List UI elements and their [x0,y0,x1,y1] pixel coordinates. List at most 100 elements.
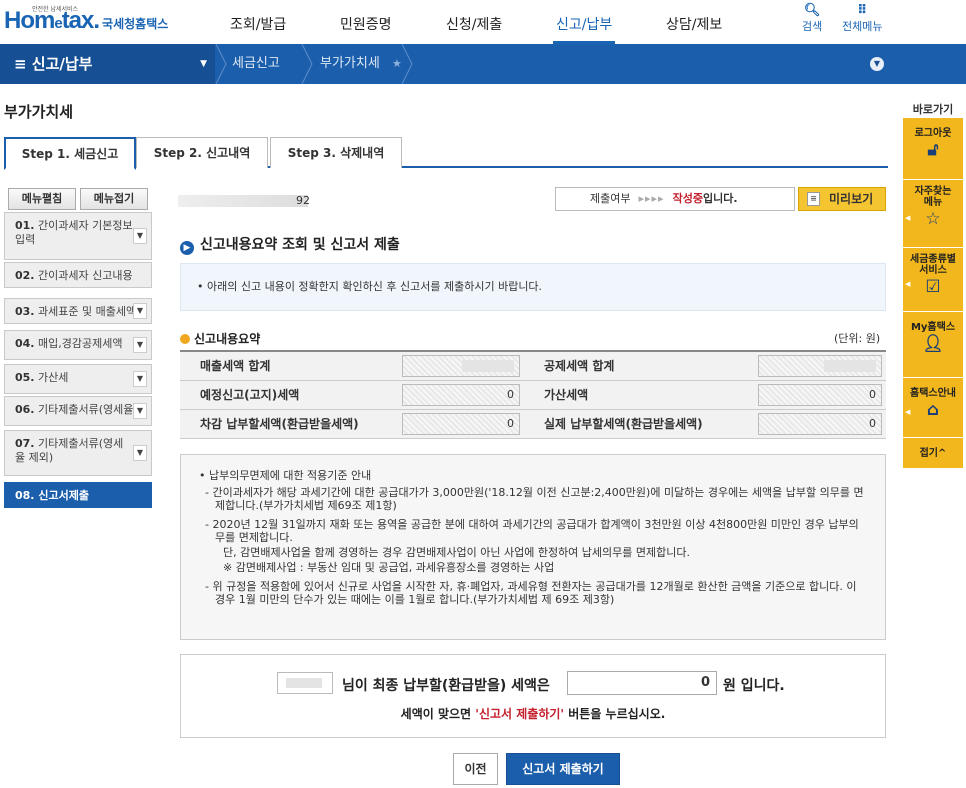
gnb-consult[interactable]: 상담/제보 [666,14,722,34]
menu-collapse-button[interactable]: 메뉴접기 [80,188,148,210]
checkbox-icon: ☑ [925,277,941,297]
arrow-left-icon: ◀ [905,279,911,288]
summary-table: 매출세액 합계 공제세액 합계 예정신고(고지)세액 0 가산세액 0 차감 납… [180,350,886,439]
arrow-right-icon: ▶ [180,241,194,255]
step-tabs: Step 1. 세금신고 Step 2. 신고내역 Step 3. 삭제내역 [4,137,888,170]
masked-id [178,195,308,207]
submit-status: 제출여부 ▸▸▸▸ 작성중입니다. [555,187,795,211]
gnb-report-pay[interactable]: 신고/납부 [556,14,612,34]
all-menu-button[interactable]: ⠿ 전체메뉴 [842,3,882,34]
arrows-icon: ▸▸▸▸ [638,192,665,205]
chevron-down-icon[interactable]: ▼ [133,403,147,419]
breadcrumb-separator-icon [215,44,227,84]
gnb-certificates[interactable]: 민원증명 [340,14,392,34]
breadcrumb-separator-icon [401,44,413,84]
exemption-info-box: • 납부의무면제에 대한 적용기준 안내 - 간이과세자가 해당 과세기간에 대… [180,454,886,640]
hometax-logo[interactable]: 안전한 납세서비스 Hometax. 국세청홈택스 [4,6,168,38]
final-text-suffix: 원 입니다. [723,678,785,694]
submit-report-button[interactable]: 신고서 제출하기 [506,753,620,785]
arrow-left-icon: ◀ [905,213,911,222]
breadcrumb-separator-icon [301,44,313,84]
deduction-tax-total-label: 공제세액 합계 [524,351,754,381]
grid-icon: ⠿ [857,3,868,18]
penalty-tax-label: 가산세액 [524,380,754,410]
left-menu-item-07[interactable]: 07. 기타제출서류(영세율 제외) ▼ [4,430,152,476]
quick-my-hometax[interactable]: My홈택스 👤︎ [903,312,963,378]
gnb-inquiry[interactable]: 조회/발급 [230,14,286,34]
left-menu-item-03[interactable]: 03. 과세표준 및 매출세액 ▼ [4,298,152,324]
unlock-icon: 🔓︎ [927,140,939,160]
menu-title: ≡ 신고/납부 [14,55,93,73]
chevron-down-icon[interactable]: ▼ [133,337,147,353]
deduction-tax-total-field [758,354,882,377]
masked-name [277,672,333,694]
submit-hint: 세액이 맞으면 '신고서 제출하기' 버튼을 누르십시오. [400,707,666,721]
quick-frequent-menu[interactable]: ◀ 자주찾는 메뉴 ☆ [903,180,963,248]
search-button[interactable]: 🔍︎ 검색 [802,3,822,34]
tab-step1[interactable]: Step 1. 세금신고 [4,137,136,170]
search-icon: 🔍︎ [803,3,821,18]
quick-tax-service[interactable]: ◀ 세금종류별 서비스 ☑ [903,248,963,312]
gnb-application[interactable]: 신청/제출 [446,14,502,34]
table-row: 예정신고(고지)세액 0 가산세액 0 [180,380,886,410]
info-heading: • 납부의무면제에 대한 적용기준 안내 [199,469,372,482]
summary-title: 신고내용요약 [180,330,260,347]
table-row: 차감 납부할세액(환급받을세액) 0 실제 납부할세액(환급받을세액) 0 [180,409,886,439]
status-badge: 작성중 [672,192,703,205]
breadcrumb-vat[interactable]: 부가가치세 [320,44,380,84]
left-menu-item-01[interactable]: 01. 간이과세자 기본정보 입력 ▼ [4,212,152,260]
all-menu-label: 전체메뉴 [842,20,883,33]
scheduled-tax-field: 0 [402,383,520,406]
breadcrumb-bar: ≡ 신고/납부 ▼ 세금신고 부가가치세 ★ ▼ [0,44,966,84]
quick-logout[interactable]: 로그아웃 🔓︎ [903,118,963,180]
sales-tax-total-label: 매출세액 합계 [180,351,398,381]
tab-step2[interactable]: Step 2. 신고내역 [136,137,268,168]
top-header: 안전한 납세서비스 Hometax. 국세청홈택스 조회/발급 민원증명 신청/… [0,0,966,44]
prev-button[interactable]: 이전 [453,753,498,785]
quick-hometax-guide[interactable]: ◀ 홈택스안내 ⌂ [903,378,963,438]
final-text: 님이 최종 납부할(환급받을) 세액은 [342,678,550,694]
net-payable-field: 0 [402,412,520,435]
left-menu-item-05[interactable]: 05. 가산세 ▼ [4,364,152,394]
chevron-down-icon[interactable]: ▼ [133,228,147,244]
search-label: 검색 [802,20,823,33]
final-amount-field: 0 [567,671,717,695]
info-paragraph: 단, 감면배제사업을 함께 경영하는 경우 감면배제사업이 아닌 사업에 한정하… [223,546,690,559]
left-menu-item-08[interactable]: 08. 신고서제출 [4,482,152,508]
chevron-down-icon[interactable]: ▼ [133,445,147,461]
actual-payable-field: 0 [758,412,882,435]
breadcrumb-tax-report[interactable]: 세금신고 [232,44,280,84]
quick-menu-title: 바로가기 [912,103,954,116]
page-title: 부가가치세 [4,103,74,121]
unit-label: (단위: 원) [834,332,881,345]
info-paragraph: - 2020년 12월 31일까지 재화 또는 용역을 공급한 분에 대하여 과… [205,518,859,544]
document-icon: ≡ [807,192,820,206]
star-icon: ☆ [925,209,941,229]
id-suffix: 92 [296,194,310,207]
chevron-down-icon[interactable]: ▼ [133,303,147,319]
info-paragraph: - 위 규정을 적용함에 있어서 신규로 사업을 시작한 자, 휴·폐업자, 과… [205,580,857,606]
sales-tax-total-field [402,354,520,377]
left-menu-item-06[interactable]: 06. 기타제출서류(영세율 ▼ [4,396,152,426]
home-icon: ⌂ [926,400,940,420]
scheduled-tax-label: 예정신고(고지)세액 [180,380,398,410]
user-icon: 👤︎ [922,334,944,354]
section-title: ▶ 신고내용요약 조회 및 신고서 제출 [180,234,400,255]
left-menu-item-04[interactable]: 04. 매입,경감공제세액 ▼ [4,330,152,360]
penalty-tax-field: 0 [758,383,882,406]
preview-button[interactable]: ≡ 미리보기 [798,187,886,211]
net-payable-label: 차감 납부할세액(환급받을세액) [180,409,398,439]
arrow-left-icon: ◀ [905,407,911,416]
chevron-down-icon[interactable]: ▼ [133,371,147,387]
menu-expand-button[interactable]: 메뉴펼침 [8,188,76,210]
quick-collapse[interactable]: 접기^ [903,438,963,468]
logo-tagline: 안전한 납세서비스 [32,6,79,13]
chevron-circle-icon[interactable]: ▼ [870,57,884,71]
left-menu-item-02[interactable]: 02. 간이과세자 신고내용 [4,262,152,288]
menu-dropdown[interactable]: ≡ 신고/납부 ▼ [0,44,215,84]
final-amount-box: 님이 최종 납부할(환급받을) 세액은 0 원 입니다. 세액이 맞으면 '신고… [180,654,886,738]
logo-subtitle: 국세청홈택스 [102,17,169,31]
chevron-down-icon: ▼ [200,59,207,69]
info-paragraph: ※ 감면배제사업 : 부동산 임대 및 공급업, 과세유흥장소를 경영하는 사업 [223,561,555,574]
tab-step3[interactable]: Step 3. 삭제내역 [270,137,402,168]
